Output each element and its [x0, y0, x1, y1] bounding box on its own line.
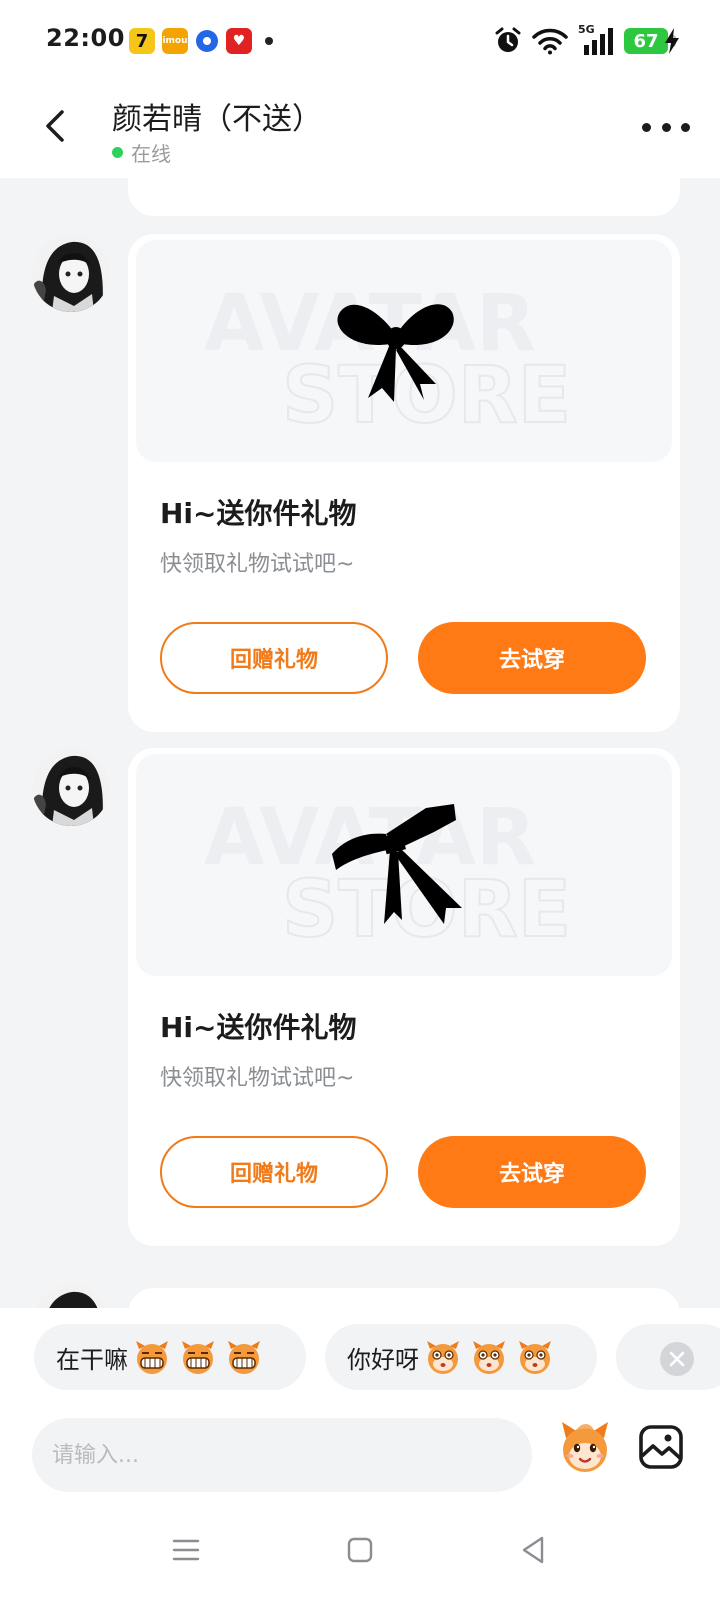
chat-header: 颜若晴（不送） 在线: [0, 82, 720, 178]
online-status: 在线: [112, 138, 171, 167]
wifi-icon: [532, 28, 568, 55]
gift-card: AVATAR STORE Hi~送你件礼物 快领取礼物试试吧~ 回赠礼物 去试穿: [128, 234, 680, 732]
message-input[interactable]: [52, 1442, 532, 1468]
menu-nav-button[interactable]: [166, 1530, 206, 1570]
quick-reply-chip[interactable]: 你好呀: [325, 1324, 597, 1390]
more-dot: [681, 122, 690, 132]
try-on-button[interactable]: 去试穿: [418, 622, 646, 694]
previous-message-card: [128, 178, 680, 216]
more-options-button[interactable]: [642, 112, 690, 142]
status-time: 22:00: [46, 24, 125, 52]
avatar[interactable]: [32, 234, 110, 312]
grin-emoji-icon: [228, 1341, 260, 1374]
grin-emoji-icon: [136, 1341, 168, 1374]
home-icon: [347, 1537, 373, 1563]
online-dot: [112, 147, 123, 158]
next-message-card: [128, 1288, 680, 1308]
status-bar: 22:00 7 imou ♥ 5G 67: [0, 0, 720, 82]
quick-reply-text: 在干嘛: [56, 1345, 128, 1374]
more-notifications-dot: [265, 37, 273, 45]
quick-reply-bar: 在干嘛 你好呀: [0, 1324, 720, 1390]
gift-preview-image[interactable]: AVATAR STORE: [136, 240, 672, 462]
back-arrow-icon: [46, 110, 64, 142]
image-button[interactable]: [638, 1424, 684, 1470]
quick-reply-text: 你好呀: [347, 1345, 419, 1374]
return-gift-button[interactable]: 回赠礼物: [160, 1136, 388, 1208]
message-composer: 在干嘛 你好呀: [0, 1308, 720, 1492]
surprised-emoji-icon: [427, 1341, 459, 1374]
app-notification-icon: 7: [129, 28, 155, 54]
imou-notification-icon: imou: [162, 28, 188, 54]
bow-icon: [332, 804, 462, 924]
system-navigation-bar: [0, 1492, 720, 1604]
avatar[interactable]: [32, 1284, 110, 1308]
chat-message-list[interactable]: AVATAR STORE Hi~送你件礼物 快领取礼物试试吧~ 回赠礼物 去试穿: [0, 178, 720, 1308]
gift-card: AVATAR STORE Hi~送你件礼物 快领取礼物试试吧~ 回赠礼物 去试穿: [128, 748, 680, 1246]
back-nav-button[interactable]: [514, 1530, 554, 1570]
surprised-emoji-icon: [519, 1341, 551, 1374]
gift-card-subtitle: 快领取礼物试试吧~: [160, 1066, 355, 1091]
message-input-container: [32, 1418, 532, 1492]
close-quick-replies-button[interactable]: [660, 1342, 694, 1376]
chat-title: 颜若晴（不送）: [112, 102, 322, 137]
return-gift-button[interactable]: 回赠礼物: [160, 622, 388, 694]
avatar[interactable]: [32, 748, 110, 826]
battery-indicator: 67: [624, 28, 676, 54]
menu-icon: [172, 1539, 200, 1561]
back-triangle-icon: [522, 1536, 544, 1564]
grin-emoji-icon: [182, 1341, 214, 1374]
image-icon: [639, 1425, 683, 1469]
gift-card-title: Hi~送你件礼物: [160, 1011, 357, 1044]
more-dots-icon: [642, 122, 651, 132]
more-dot: [661, 122, 671, 132]
home-nav-button[interactable]: [340, 1530, 380, 1570]
charging-bolt-icon: [664, 28, 680, 59]
emoji-sticker-icon: [562, 1422, 608, 1472]
sticker-button[interactable]: [554, 1416, 616, 1478]
blue-app-notification-icon: [196, 30, 218, 52]
quick-reply-chip[interactable]: 在干嘛: [34, 1324, 306, 1390]
signal-icon: 5G: [578, 23, 614, 55]
gift-preview-image[interactable]: AVATAR STORE: [136, 754, 672, 976]
back-button[interactable]: [34, 104, 78, 148]
gift-card-subtitle: 快领取礼物试试吧~: [160, 552, 355, 577]
gift-card-title: Hi~送你件礼物: [160, 497, 357, 530]
bow-icon: [337, 304, 454, 402]
alarm-icon: [495, 27, 521, 52]
status-icons: 5G 67: [494, 23, 676, 58]
heart-app-notification-icon: ♥: [226, 28, 252, 54]
online-status-label: 在线: [131, 142, 171, 166]
surprised-emoji-icon: [473, 1341, 505, 1374]
close-icon: [669, 1351, 685, 1367]
try-on-button[interactable]: 去试穿: [418, 1136, 646, 1208]
